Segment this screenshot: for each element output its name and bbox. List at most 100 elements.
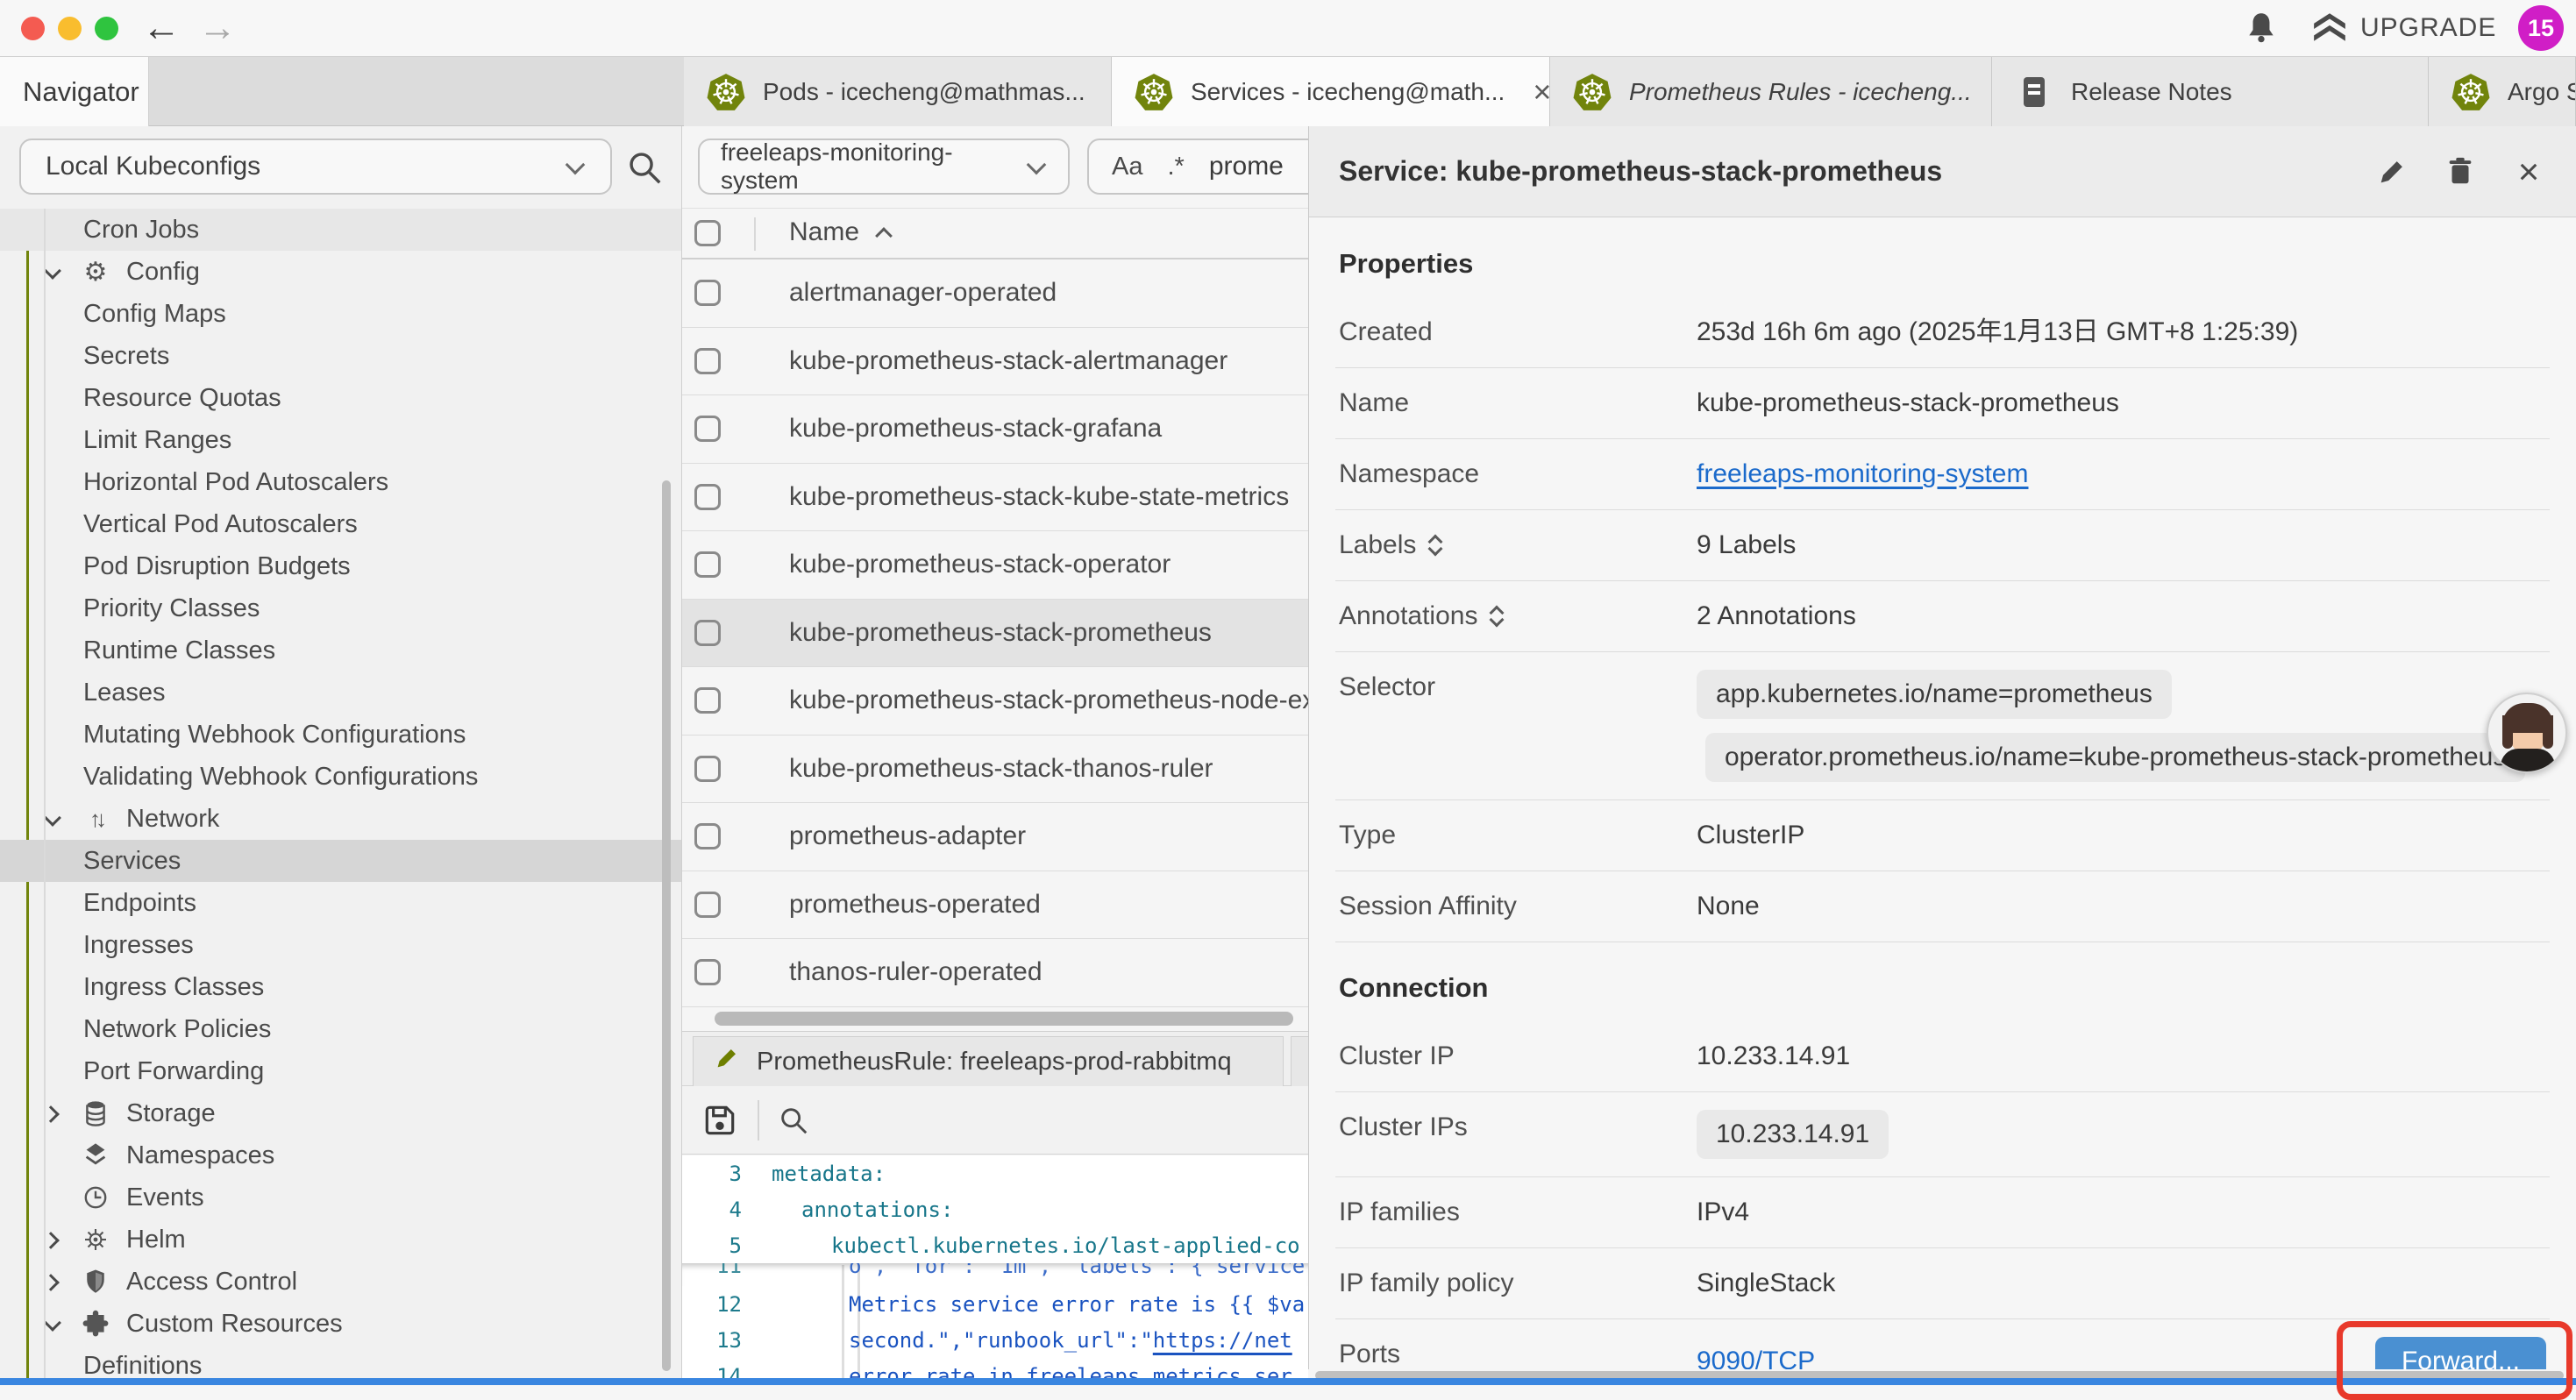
tab-release-notes[interactable]: Release Notes [1992,57,2429,126]
sidebar-item-resource-quotas[interactable]: Resource Quotas [0,377,681,419]
expander-icon[interactable] [1491,608,1509,625]
row-checkbox[interactable] [694,348,721,374]
sidebar-item-horizontal-pod-autoscalers[interactable]: Horizontal Pod Autoscalers [0,461,681,503]
sidebar-item-endpoints[interactable]: Endpoints [0,882,681,924]
table-row-kube-prometheus-stack-prometheus[interactable]: kube-prometheus-stack-prometheus [682,600,1308,668]
table-row-thanos-ruler-operated[interactable]: thanos-ruler-operated [682,939,1308,1007]
sidebar-scrollbar[interactable] [662,480,671,1371]
sidebar-item-namespaces[interactable]: Namespaces [0,1134,681,1176]
yaml-editor[interactable]: 3metadata:4annotations:5kubectl.kubernet… [682,1155,1308,1385]
sidebar-item-ingress-classes[interactable]: Ingress Classes [0,966,681,1008]
table-row-kube-prometheus-stack-prometheus-node-ex[interactable]: kube-prometheus-stack-prometheus-node-ex… [682,667,1308,736]
upgrade-label[interactable]: UPGRADE [2360,13,2496,43]
editor-search-icon[interactable] [777,1104,810,1137]
table-row-kube-prometheus-stack-alertmanager[interactable]: kube-prometheus-stack-alertmanager [682,328,1308,396]
row-checkbox[interactable] [694,620,721,646]
sidebar-item-mutating-webhook-configurations[interactable]: Mutating Webhook Configurations [0,714,681,756]
row-checkbox[interactable] [694,959,721,985]
navigator-panel-tab[interactable]: Navigator [0,57,149,126]
dock-tab-prometheusrule[interactable]: PrometheusRule: freeleaps-prod-rabbitmq [693,1036,1284,1086]
sidebar-item-pod-disruption-budgets[interactable]: Pod Disruption Budgets [0,545,681,587]
row-checkbox[interactable] [694,823,721,849]
sidebar-search-icon[interactable] [624,147,665,188]
sidebar-item-config-maps[interactable]: Config Maps [0,293,681,335]
delete-icon[interactable] [2443,154,2478,189]
chevron-down-icon[interactable] [40,807,65,831]
sidebar-item-helm[interactable]: Helm [0,1219,681,1261]
layers-icon [79,1139,112,1172]
chevron-right-icon[interactable] [40,1227,65,1252]
chevron-right-icon[interactable] [40,1269,65,1294]
table-row-kube-prometheus-stack-operator[interactable]: kube-prometheus-stack-operator [682,531,1308,600]
row-checkbox[interactable] [694,484,721,510]
row-checkbox[interactable] [694,892,721,918]
sidebar-item-services[interactable]: Services [0,840,681,882]
sidebar-item-vertical-pod-autoscalers[interactable]: Vertical Pod Autoscalers [0,503,681,545]
expander-icon[interactable] [1430,537,1448,554]
table-row-kube-prometheus-stack-kube-state-metrics[interactable]: kube-prometheus-stack-kube-state-metrics [682,464,1308,532]
tab-prometheus-rules-icecheng[interactable]: Prometheus Rules - icecheng... [1550,57,1992,126]
sidebar-item-custom-resources[interactable]: Custom Resources [0,1303,681,1345]
tab-pods-icecheng-mathmas[interactable]: Pods - icecheng@mathmas... [684,57,1112,126]
kubernetes-icon [1135,73,1173,111]
row-name: kube-prometheus-stack-grafana [789,414,1162,444]
row-name: kube-prometheus-stack-alertmanager [789,346,1228,376]
table-row-kube-prometheus-stack-grafana[interactable]: kube-prometheus-stack-grafana [682,395,1308,464]
sidebar-item-priority-classes[interactable]: Priority Classes [0,587,681,629]
search-input[interactable]: Aa .* prome [1087,139,1308,195]
sidebar-item-network[interactable]: ↑↓Network [0,798,681,840]
port-link[interactable]: 9090/TCP [1697,1344,1815,1369]
sidebar-item-access-control[interactable]: Access Control [0,1261,681,1303]
sidebar-item-cron-jobs[interactable]: Cron Jobs [0,209,681,251]
sidebar-item-secrets[interactable]: Secrets [0,335,681,377]
property-label-text: Labels [1339,528,1416,563]
row-checkbox[interactable] [694,551,721,578]
namespace-filter[interactable]: freeleaps-monitoring-system [698,139,1070,195]
sidebar-item-port-forwarding[interactable]: Port Forwarding [0,1050,681,1092]
table-row-alertmanager-operated[interactable]: alertmanager-operated [682,259,1308,328]
match-case-toggle[interactable]: Aa [1112,153,1142,181]
chevron-down-icon[interactable] [40,259,65,284]
row-checkbox[interactable] [694,756,721,782]
minimize-window-button[interactable] [58,17,82,40]
forward-icon[interactable]: → [198,2,237,54]
sidebar-item-network-policies[interactable]: Network Policies [0,1008,681,1050]
row-checkbox[interactable] [694,416,721,442]
upgrade-icon[interactable] [2311,10,2348,46]
regex-toggle-icon[interactable]: .* [1167,153,1184,181]
sidebar-item-storage[interactable]: Storage [0,1092,681,1134]
kubeconfig-selector[interactable]: Local Kubeconfigs [19,139,612,195]
table-horizontal-scrollbar[interactable] [715,1012,1293,1026]
sidebar-item-events[interactable]: Events [0,1176,681,1219]
avatar[interactable] [2487,693,2567,773]
close-window-button[interactable] [21,17,45,40]
row-checkbox[interactable] [694,280,721,306]
sidebar-item-validating-webhook-configurations[interactable]: Validating Webhook Configurations [0,756,681,798]
sidebar-item-limit-ranges[interactable]: Limit Ranges [0,419,681,461]
back-icon[interactable]: ← [142,2,181,54]
sidebar-item-config[interactable]: ⚙Config [0,251,681,293]
notification-count-badge[interactable]: 15 [2518,5,2564,51]
table-row-prometheus-operated[interactable]: prometheus-operated [682,871,1308,940]
row-checkbox[interactable] [694,687,721,714]
sidebar-item-label: Secrets [83,342,169,371]
sidebar-item-leases[interactable]: Leases [0,672,681,714]
tab-services-icecheng-math[interactable]: Services - icecheng@math...× [1112,57,1550,126]
chevron-right-icon[interactable] [40,1101,65,1126]
sidebar-item-runtime-classes[interactable]: Runtime Classes [0,629,681,672]
save-icon[interactable] [701,1102,738,1139]
maximize-window-button[interactable] [95,17,118,40]
close-icon[interactable]: × [2511,154,2546,189]
namespace-link[interactable]: freeleaps-monitoring-system [1697,459,2028,488]
bell-icon[interactable] [2243,10,2280,46]
chevron-down-icon[interactable] [40,1311,65,1336]
column-header-name[interactable]: Name [789,217,893,247]
sidebar-item-ingresses[interactable]: Ingresses [0,924,681,966]
property-label: Name [1339,386,1697,421]
select-all-checkbox[interactable] [694,220,721,246]
edit-icon[interactable] [2374,154,2409,189]
table-row-kube-prometheus-stack-thanos-ruler[interactable]: kube-prometheus-stack-thanos-ruler [682,736,1308,804]
tab-close-icon[interactable]: × [1522,74,1550,110]
tab-argo-se[interactable]: Argo Se [2429,57,2576,126]
table-row-prometheus-adapter[interactable]: prometheus-adapter [682,803,1308,871]
